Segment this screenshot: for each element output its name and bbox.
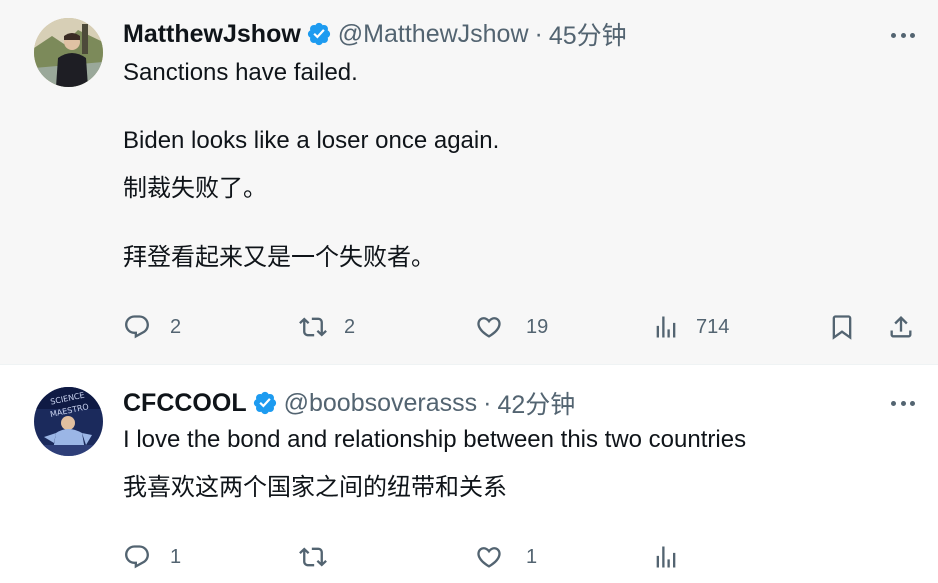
more-icon[interactable] xyxy=(888,25,918,45)
tweet[interactable]: SCIENCE MAESTRO CFCCOOL @boobsoverasss ·… xyxy=(0,365,938,583)
like-count: 1 xyxy=(526,545,538,568)
separator: · xyxy=(534,19,543,48)
like-button[interactable]: 19 xyxy=(475,311,548,343)
share-icon xyxy=(890,316,912,338)
handle[interactable]: @boobsoverasss xyxy=(284,389,478,418)
views-button[interactable]: 714 xyxy=(652,311,729,343)
action-bar: 1 1 xyxy=(123,541,923,573)
retweet-icon xyxy=(299,547,327,567)
like-icon xyxy=(477,317,501,338)
timestamp[interactable]: 42分钟 xyxy=(497,385,575,421)
verified-badge-icon xyxy=(253,391,276,415)
handle[interactable]: @MatthewJshow xyxy=(338,20,529,49)
verified-badge-icon xyxy=(307,22,330,46)
like-count: 19 xyxy=(526,315,549,338)
views-button[interactable] xyxy=(652,541,699,573)
views-icon xyxy=(656,546,676,568)
more-icon[interactable] xyxy=(888,393,918,413)
timestamp[interactable]: 45分钟 xyxy=(549,16,627,52)
reply-icon xyxy=(125,315,149,339)
display-name[interactable]: MatthewJshow xyxy=(123,20,301,49)
tweet-text-line: Biden looks like a loser once again. xyxy=(123,127,500,154)
retweet-icon xyxy=(299,317,327,337)
reply-count: 1 xyxy=(170,545,182,568)
views-icon xyxy=(656,316,676,338)
tweet-text-line: 拜登看起来又是一个失败者。 xyxy=(123,244,435,271)
bookmark-icon xyxy=(832,315,852,340)
like-icon xyxy=(477,547,501,568)
tweet-text-line: I love the bond and relationship between… xyxy=(123,426,747,453)
avatar[interactable] xyxy=(34,18,103,87)
separator: · xyxy=(483,388,492,417)
avatar[interactable]: SCIENCE MAESTRO xyxy=(34,387,103,456)
like-button[interactable]: 1 xyxy=(475,541,537,573)
tweet[interactable]: MatthewJshow @MatthewJshow · 45分钟 Sancti… xyxy=(0,0,938,364)
reply-icon xyxy=(125,545,149,569)
views-count: 714 xyxy=(696,315,730,338)
retweet-count: 2 xyxy=(344,315,356,338)
share-button[interactable] xyxy=(887,311,915,343)
tweet-header: CFCCOOL @boobsoverasss · 42分钟 xyxy=(123,385,575,421)
tweet-header: MatthewJshow @MatthewJshow · 45分钟 xyxy=(123,16,627,52)
reply-count: 2 xyxy=(170,315,182,338)
bookmark-button[interactable] xyxy=(828,311,856,343)
reply-button[interactable]: 2 xyxy=(123,311,181,343)
display-name[interactable]: CFCCOOL xyxy=(123,389,247,418)
retweet-button[interactable]: 2 xyxy=(299,311,355,343)
tweet-text-line: 我喜欢这两个国家之间的纽带和关系 xyxy=(123,474,507,501)
reply-button[interactable]: 1 xyxy=(123,541,181,573)
action-bar: 2 2 19 714 xyxy=(123,311,923,343)
retweet-button[interactable] xyxy=(299,541,346,573)
tweet-text-line: Sanctions have failed. xyxy=(123,59,358,86)
tweet-text-line: 制裁失败了。 xyxy=(123,175,267,202)
